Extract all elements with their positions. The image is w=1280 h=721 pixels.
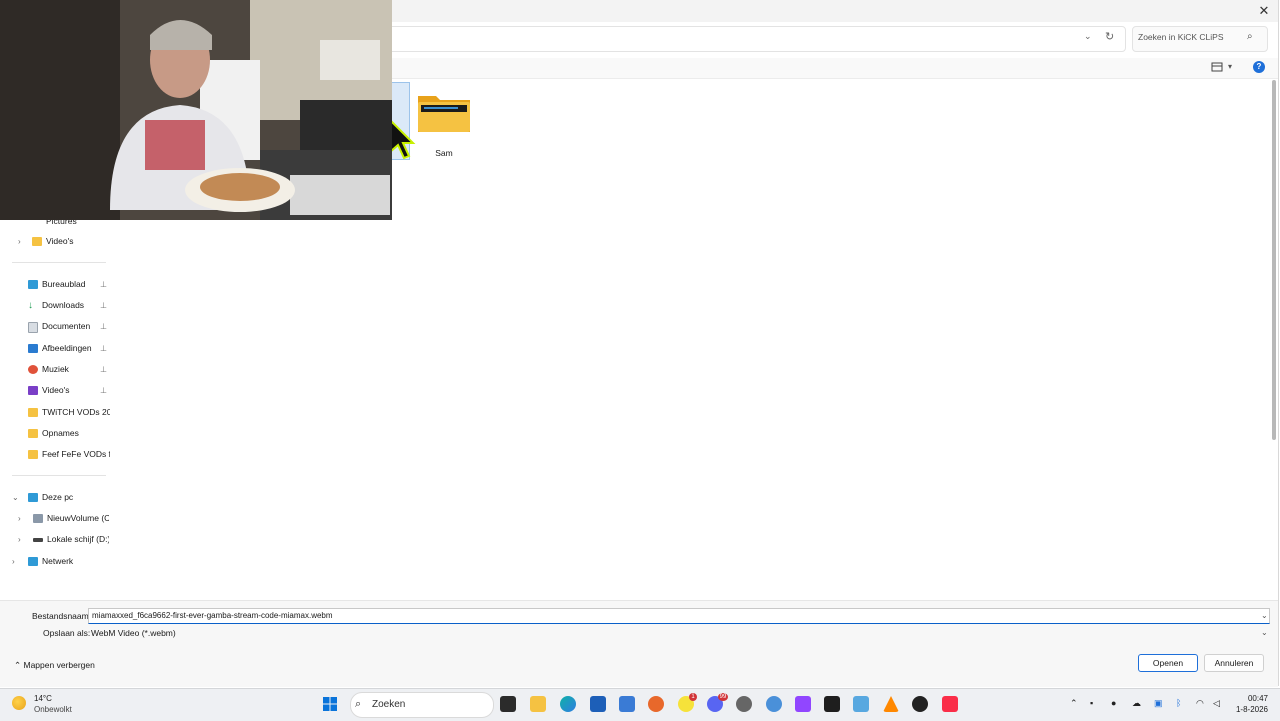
chevron-right-icon[interactable]: › [12, 557, 15, 566]
taskbar [0, 688, 1280, 721]
search-input[interactable]: Zoeken in KiCK CLiPS [1138, 32, 1224, 42]
volume-icon[interactable]: ◁ [1213, 698, 1220, 709]
folder-icon [28, 429, 38, 438]
notification-badge: 99 [718, 693, 728, 701]
nav-divider [12, 262, 106, 263]
nav-item-videos[interactable]: Video's [46, 233, 106, 249]
twitch-icon[interactable] [795, 696, 811, 712]
help-icon[interactable]: ? [1253, 61, 1265, 73]
hide-folders-toggle[interactable]: ⌃ Mappen verbergen [14, 660, 95, 671]
filename-label: Bestandsnaam: [32, 611, 92, 621]
nav-item-documenten[interactable]: Documenten [42, 318, 98, 334]
folder-icon [28, 450, 38, 459]
chevron-up-icon: ⌃ [14, 660, 22, 670]
bluetooth-icon[interactable]: ᛒ [1176, 698, 1181, 708]
saveas-label: Opslaan als: [43, 628, 91, 638]
network-icon [28, 557, 38, 566]
pin-icon[interactable]: ⊥ [100, 344, 107, 353]
chevron-right-icon[interactable]: › [18, 535, 21, 544]
view-mode-icon[interactable] [1211, 61, 1223, 73]
mouse-cursor-icon [389, 118, 416, 160]
taskbar-search-label[interactable]: Zoeken [372, 699, 405, 710]
pin-icon[interactable]: ⊥ [100, 365, 107, 374]
close-icon[interactable]: ✕ [1256, 3, 1272, 19]
firefox-icon[interactable] [648, 696, 664, 712]
computer-icon [28, 493, 38, 502]
drive-icon [33, 538, 43, 542]
nav-item-opnames[interactable]: Opnames [42, 425, 106, 441]
obs-icon[interactable] [912, 696, 928, 712]
chevron-down-icon[interactable]: ⌄ [1261, 611, 1268, 620]
cancel-button[interactable]: Annuleren [1204, 654, 1264, 672]
folder-icon [28, 408, 38, 417]
nav-item-drive-d[interactable]: Lokale schijf (D:) [47, 531, 109, 547]
hide-folders-label: Mappen verbergen [23, 660, 95, 670]
nav-item-feef-vods[interactable]: Feef FeFe VODs from [42, 446, 110, 462]
outlook-icon[interactable] [619, 696, 635, 712]
nav-item-deze-pc[interactable]: Deze pc [42, 489, 102, 505]
music-icon [28, 365, 38, 374]
clock-time[interactable]: 00:47 [1244, 694, 1268, 703]
app-icon[interactable] [766, 696, 782, 712]
webcam-overlay [0, 0, 392, 220]
windows-start-icon[interactable] [322, 696, 338, 712]
vertical-scrollbar[interactable] [1272, 80, 1276, 440]
video-icon [28, 386, 38, 395]
chevron-down-icon[interactable]: ▾ [1228, 62, 1232, 71]
nav-item-netwerk[interactable]: Netwerk [42, 553, 102, 569]
nav-item-drive-c[interactable]: NieuwVolume (C:) [47, 510, 109, 526]
tray-app-icon[interactable]: ▪ [1090, 698, 1093, 708]
pictures-icon [28, 344, 38, 353]
notification-badge: 1 [689, 693, 697, 701]
clock-date[interactable]: 1-8-2026 [1234, 705, 1268, 714]
chevron-right-icon[interactable]: › [18, 514, 21, 523]
file-explorer-icon[interactable] [530, 696, 546, 712]
download-icon: ↓ [28, 300, 33, 311]
chevron-right-icon[interactable]: › [18, 237, 21, 246]
cloud-icon[interactable]: ☁ [1132, 698, 1141, 709]
chevron-up-icon[interactable]: ⌃ [1070, 698, 1078, 709]
wifi-icon[interactable]: ◠ [1196, 698, 1204, 709]
search-icon: ⌕ [355, 698, 362, 710]
folder-icon[interactable] [416, 92, 472, 134]
nav-item-twitch-vods[interactable]: TWiTCH VODs 2025 [42, 404, 110, 420]
nav-item-bureaublad[interactable]: Bureaublad [42, 276, 98, 292]
refresh-icon[interactable]: ↻ [1105, 30, 1119, 46]
weather-icon[interactable] [12, 696, 26, 710]
search-icon[interactable]: ⌕ [1247, 31, 1253, 42]
weather-temperature[interactable]: 14°C [34, 694, 52, 703]
nav-item-downloads[interactable]: Downloads [42, 297, 98, 313]
drive-icon [33, 514, 43, 523]
edge-icon[interactable] [560, 696, 576, 712]
nav-divider [12, 475, 106, 476]
nav-item-muziek[interactable]: Muziek [42, 361, 98, 377]
chevron-down-icon[interactable]: ⌄ [1261, 628, 1268, 637]
open-button[interactable]: Openen [1138, 654, 1198, 672]
music-app-icon[interactable] [942, 696, 958, 712]
pin-icon[interactable]: ⊥ [100, 280, 107, 289]
nav-item-videos-quick[interactable]: Video's [42, 382, 98, 398]
chevron-down-icon[interactable]: ⌄ [12, 493, 19, 502]
photos-icon[interactable] [853, 696, 869, 712]
terminal-icon[interactable] [824, 696, 840, 712]
weather-description[interactable]: Onbewolkt [34, 705, 72, 714]
pin-icon[interactable]: ⊥ [100, 301, 107, 310]
folder-label[interactable]: Sam [416, 148, 472, 158]
pin-icon[interactable]: ⊥ [100, 322, 107, 331]
desktop-icon [28, 280, 38, 289]
settings-icon[interactable] [736, 696, 752, 712]
tray-app-icon[interactable]: ● [1111, 698, 1116, 708]
document-icon [28, 322, 38, 333]
chevron-down-icon[interactable]: ⌄ [1084, 31, 1096, 45]
nav-item-afbeeldingen[interactable]: Afbeeldingen [42, 340, 98, 356]
filetype-select[interactable]: WebM Video (*.webm) [91, 628, 176, 638]
pin-icon[interactable]: ⊥ [100, 386, 107, 395]
tray-app-icon[interactable]: ▣ [1154, 698, 1163, 709]
task-view-icon[interactable] [500, 696, 516, 712]
folder-icon [32, 237, 42, 246]
filename-value[interactable]: miamaxxed_f6ca9662-first-ever-gamba-stre… [92, 611, 333, 620]
calendar-icon[interactable] [590, 696, 606, 712]
